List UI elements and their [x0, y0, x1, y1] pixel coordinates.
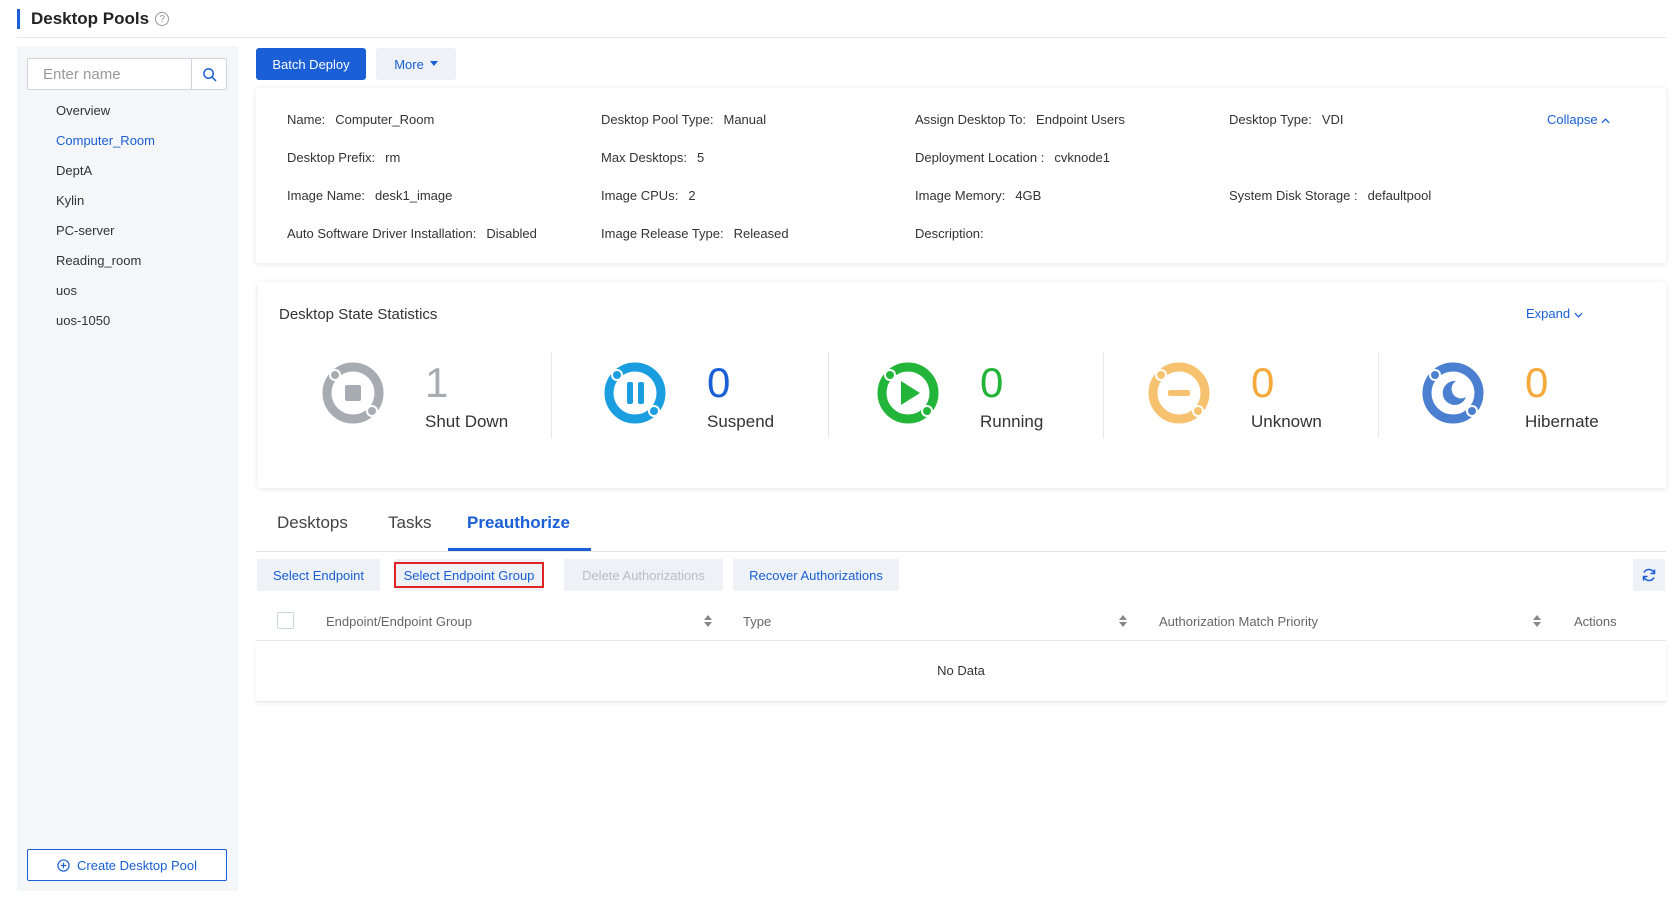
column-type: Type — [743, 614, 772, 629]
select-endpoint-group-button[interactable]: Select Endpoint Group — [394, 559, 544, 591]
stats-title: Desktop State Statistics — [279, 306, 438, 323]
stat-count: 0 — [1251, 359, 1275, 406]
info-image-name: Image Name: desk1_image — [287, 188, 453, 203]
stat-count: 0 — [980, 359, 1004, 406]
sort-icon[interactable] — [703, 613, 713, 629]
info-desktop-type: Desktop Type: VDI — [1229, 112, 1344, 127]
search-button[interactable] — [191, 59, 226, 89]
info-pool-type: Desktop Pool Type: Manual — [601, 112, 767, 127]
pause-icon — [604, 362, 666, 424]
search-box — [27, 58, 227, 90]
stat-label: Shut Down — [425, 412, 509, 431]
tab-desktops[interactable]: Desktops — [277, 513, 348, 533]
page-header: Desktop Pools ? — [17, 0, 1667, 38]
stat-divider — [551, 352, 552, 438]
recover-authorizations-button[interactable]: Recover Authorizations — [733, 559, 899, 591]
sidebar-item-computer-room[interactable]: Computer_Room — [17, 126, 238, 156]
batch-deploy-label: Batch Deploy — [272, 56, 350, 72]
sidebar-item-kylin[interactable]: Kylin — [17, 186, 238, 216]
sort-icon[interactable] — [1532, 613, 1542, 629]
pool-list: Overview Computer_Room DeptA Kylin PC-se… — [17, 96, 238, 336]
info-driver-install: Auto Software Driver Installation: Disabl… — [287, 226, 537, 241]
chevron-up-icon — [1601, 118, 1610, 124]
sidebar: Overview Computer_Room DeptA Kylin PC-se… — [17, 46, 238, 891]
info-image-cpus: Image CPUs: 2 — [601, 188, 696, 203]
stat-hibernate[interactable]: 0 Hibernate — [1418, 357, 1658, 447]
stat-unknown[interactable]: 0 Unknown — [1144, 357, 1384, 447]
more-label: More — [394, 56, 424, 72]
plus-circle-icon — [57, 858, 70, 872]
tab-preauthorize[interactable]: Preauthorize — [467, 513, 570, 533]
info-description: Description: — [915, 226, 984, 241]
sidebar-item-uos-1050[interactable]: uos-1050 — [17, 306, 238, 336]
caret-down-icon — [429, 61, 438, 66]
page-title: Desktop Pools — [31, 8, 150, 28]
table-header: Endpoint/Endpoint Group Type Authorizati… — [256, 603, 1666, 641]
sidebar-item-pc-server[interactable]: PC-server — [17, 216, 238, 246]
collapse-link[interactable]: Collapse — [1547, 112, 1610, 127]
stat-label: Running — [980, 412, 1044, 431]
create-desktop-pool-label: Create Desktop Pool — [77, 857, 197, 873]
create-desktop-pool-button[interactable]: Create Desktop Pool — [27, 849, 227, 881]
stat-label: Suspend — [707, 412, 775, 431]
refresh-button[interactable] — [1633, 559, 1665, 591]
search-input[interactable] — [28, 59, 191, 89]
info-prefix: Desktop Prefix: rm — [287, 150, 401, 165]
title-accent-bar — [17, 8, 20, 29]
stat-label: Hibernate — [1525, 412, 1599, 431]
stat-running[interactable]: 0 Running — [873, 357, 1113, 447]
stat-divider — [828, 352, 829, 438]
sidebar-item-reading-room[interactable]: Reading_room — [17, 246, 238, 276]
sidebar-item-depta[interactable]: DeptA — [17, 156, 238, 186]
info-max-desktops: Max Desktops: 5 — [601, 150, 705, 165]
column-match-priority: Authorization Match Priority — [1159, 614, 1318, 629]
stat-shut-down[interactable]: 1 Shut Down — [318, 357, 558, 447]
info-name: Name: Computer_Room — [287, 112, 435, 127]
stat-label: Unknown — [1251, 412, 1322, 431]
column-actions: Actions — [1574, 614, 1617, 629]
stat-divider — [1103, 352, 1104, 438]
question-circle-icon[interactable]: ? — [155, 12, 170, 26]
sidebar-item-uos[interactable]: uos — [17, 276, 238, 306]
batch-deploy-button[interactable]: Batch Deploy — [256, 48, 366, 80]
stat-divider — [1378, 352, 1379, 438]
active-tab-indicator — [448, 548, 591, 551]
select-all-checkbox[interactable] — [277, 612, 294, 629]
more-dropdown[interactable]: More — [376, 48, 456, 80]
stat-count: 0 — [1525, 359, 1549, 406]
empty-state: No Data — [937, 663, 985, 678]
moon-icon — [1422, 362, 1484, 424]
play-icon — [877, 362, 939, 424]
info-image-memory: Image Memory: 4GB — [915, 188, 1042, 203]
unknown-icon — [1148, 362, 1210, 424]
desktop-state-stats-card: Desktop State Statistics Expand 1 Shut D… — [258, 282, 1666, 488]
sidebar-item-overview[interactable]: Overview — [17, 96, 238, 126]
chevron-down-icon — [1574, 312, 1583, 318]
column-endpoint: Endpoint/Endpoint Group — [326, 614, 472, 629]
search-icon — [202, 67, 216, 81]
shutdown-icon — [322, 362, 384, 424]
expand-link[interactable]: Expand — [1526, 306, 1583, 321]
pool-info-card: Name: Computer_Room Desktop Pool Type: Man… — [256, 88, 1666, 263]
tab-tasks[interactable]: Tasks — [388, 513, 431, 533]
select-endpoint-button[interactable]: Select Endpoint — [257, 559, 380, 591]
table-body: No Data — [256, 641, 1666, 702]
refresh-icon — [1642, 568, 1656, 582]
sort-icon[interactable] — [1118, 613, 1128, 629]
stat-count: 1 — [425, 359, 449, 406]
info-release-type: Image Release Type: Released — [601, 226, 789, 241]
info-assign-to: Assign Desktop To: Endpoint Users — [915, 112, 1125, 127]
stat-count: 0 — [707, 359, 731, 406]
info-deployment-location: Deployment Location : cvknode1 — [915, 150, 1111, 165]
info-disk-storage: System Disk Storage : defaultpool — [1229, 188, 1432, 203]
delete-authorizations-button[interactable]: Delete Authorizations — [564, 559, 723, 591]
stat-suspend[interactable]: 0 Suspend — [600, 357, 840, 447]
detail-tabs: Desktops Tasks Preauthorize — [256, 507, 1666, 552]
